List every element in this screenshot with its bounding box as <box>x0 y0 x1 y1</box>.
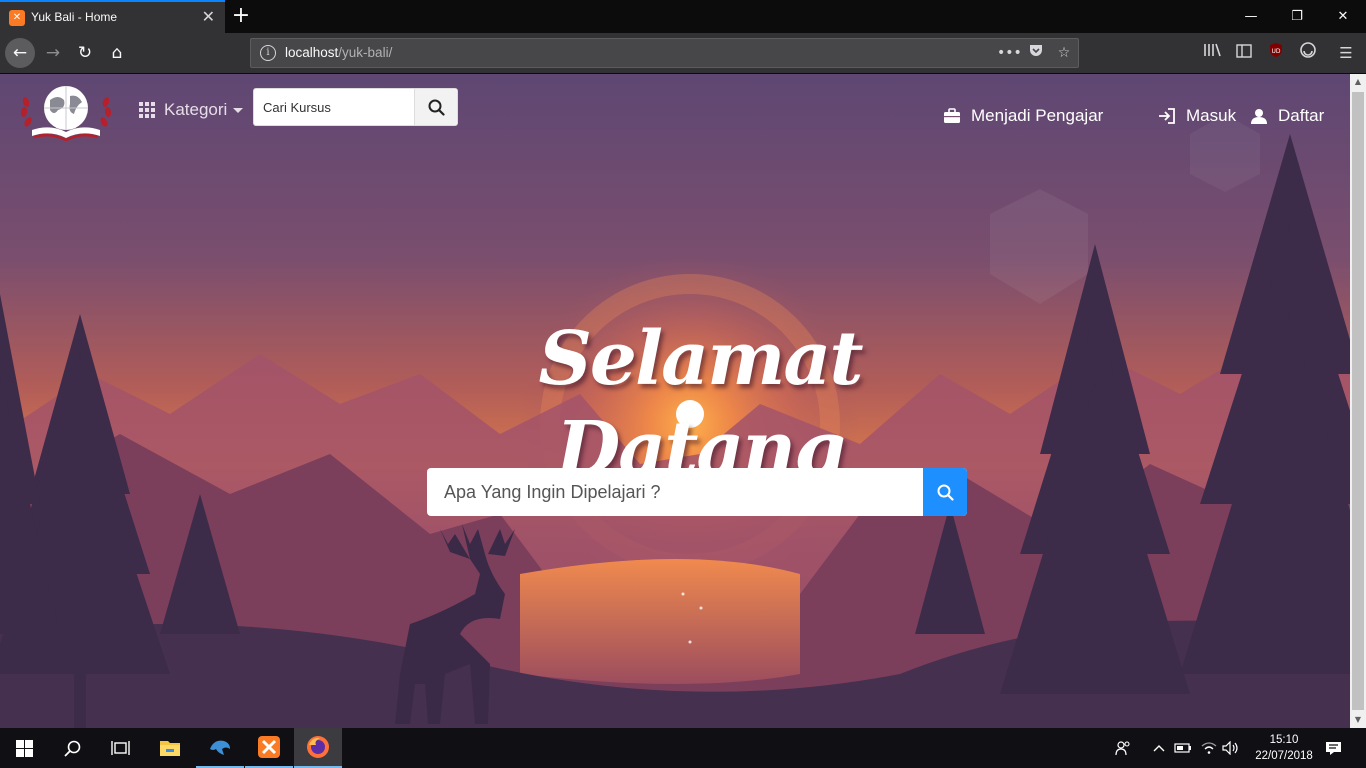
volume-icon[interactable] <box>1220 728 1242 768</box>
back-button[interactable]: ← <box>5 38 35 68</box>
header-search <box>253 88 458 126</box>
menu-icon[interactable]: ☰ <box>1334 41 1358 65</box>
become-teacher-label: Menjadi Pengajar <box>971 106 1104 125</box>
search-icon <box>428 99 445 116</box>
action-center-icon[interactable] <box>1320 728 1346 768</box>
hero-search <box>427 468 967 516</box>
url-host: localhost <box>285 45 339 60</box>
become-teacher-link[interactable]: Menjadi Pengajar <box>943 104 1103 128</box>
bookmark-star-icon[interactable]: ☆ <box>1053 43 1075 63</box>
hero-search-input[interactable] <box>427 468 922 516</box>
register-label: Daftar <box>1278 106 1325 125</box>
scroll-down-arrow[interactable]: ▼ <box>1350 712 1366 728</box>
task-view-icon[interactable] <box>96 728 144 768</box>
tab-bar: ✕ Yuk Bali - Home ✕ + — ❐ ✕ <box>0 0 1366 33</box>
people-icon[interactable] <box>1110 728 1136 768</box>
user-icon <box>1251 109 1267 124</box>
page-actions-icon[interactable]: ••• <box>997 43 1022 63</box>
course-search-input[interactable] <box>254 89 416 125</box>
close-window-button[interactable]: ✕ <box>1320 0 1366 33</box>
grid-icon <box>139 102 155 118</box>
chevron-up-icon[interactable] <box>1148 728 1170 768</box>
search-icon <box>937 484 954 501</box>
scrollbar-thumb[interactable] <box>1352 92 1364 710</box>
home-button[interactable]: ⌂ <box>102 38 132 68</box>
scroll-up-arrow[interactable]: ▲ <box>1350 74 1366 90</box>
browser-tab[interactable]: ✕ Yuk Bali - Home ✕ <box>0 0 225 33</box>
page-scrollbar[interactable]: ▲ ▼ <box>1350 74 1366 728</box>
file-explorer-icon[interactable] <box>146 728 194 768</box>
screen: ✕ Yuk Bali - Home ✕ + — ❐ ✕ ← → ↻ ⌂ i lo… <box>0 0 1366 768</box>
svg-text:UD: UD <box>1271 48 1280 55</box>
search-icon[interactable] <box>48 728 96 768</box>
library-icon[interactable] <box>1200 41 1224 65</box>
url-text: localhost/yuk-bali/ <box>285 45 392 60</box>
hero-search-button[interactable] <box>923 468 967 516</box>
reload-button[interactable]: ↻ <box>70 38 100 68</box>
navigation-toolbar: ← → ↻ ⌂ i localhost/yuk-bali/ ••• ☆ UD ☰ <box>0 33 1366 74</box>
firefox-icon[interactable] <box>294 728 342 768</box>
register-link[interactable]: Daftar <box>1250 104 1324 128</box>
header-search-button[interactable] <box>414 89 457 125</box>
system-clock[interactable]: 15:10 22/07/2018 <box>1254 732 1314 764</box>
forward-button[interactable]: → <box>38 38 68 68</box>
address-bar[interactable]: i localhost/yuk-bali/ ••• ☆ <box>250 38 1079 68</box>
windows-taskbar: 15:10 22/07/2018 <box>0 728 1366 768</box>
caret-down-icon <box>233 107 244 113</box>
ublock-icon[interactable]: UD <box>1264 41 1288 65</box>
clock-time: 15:10 <box>1269 734 1299 746</box>
restore-button[interactable]: ❐ <box>1274 0 1320 33</box>
kategori-dropdown[interactable]: Kategori <box>139 98 244 122</box>
battery-icon[interactable] <box>1172 728 1194 768</box>
hero-title: Selamat Datang <box>538 316 863 492</box>
minimize-button[interactable]: — <box>1228 0 1274 33</box>
new-tab-button[interactable]: + <box>230 2 252 30</box>
wifi-icon[interactable] <box>1198 728 1220 768</box>
close-tab-icon[interactable]: ✕ <box>202 8 215 26</box>
kategori-label: Kategori <box>164 100 228 119</box>
site-info-icon[interactable]: i <box>260 45 276 61</box>
pocket-icon[interactable] <box>1025 43 1047 63</box>
login-label: Masuk <box>1186 106 1237 125</box>
start-icon[interactable] <box>0 728 48 768</box>
xampp-icon[interactable] <box>245 728 293 768</box>
sidebar-icon[interactable] <box>1232 41 1256 65</box>
web-page: Kategori Menjadi Pengajar Masuk Daftar S… <box>0 74 1350 728</box>
briefcase-icon <box>944 108 960 123</box>
xampp-icon: ✕ <box>9 10 25 26</box>
clock-date: 22/07/2018 <box>1255 750 1313 762</box>
site-logo[interactable] <box>14 84 118 146</box>
extension-icon[interactable] <box>1296 41 1320 65</box>
mysql-workbench-icon[interactable] <box>196 728 244 768</box>
url-path: /yuk-bali/ <box>338 45 393 60</box>
tab-title: Yuk Bali - Home <box>31 10 118 24</box>
login-link[interactable]: Masuk <box>1158 104 1236 128</box>
sign-in-icon <box>1159 108 1175 124</box>
